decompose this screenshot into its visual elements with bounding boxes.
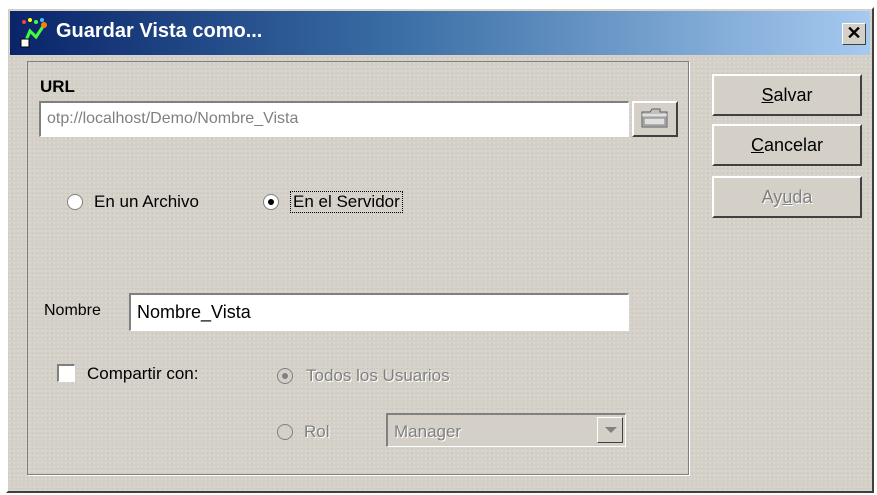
close-icon: ✕: [846, 23, 862, 43]
save-view-icon: [20, 18, 47, 48]
save-mnemonic: S: [761, 85, 774, 105]
name-field[interactable]: Nombre_Vista: [129, 293, 629, 331]
radio-server-label[interactable]: En el Servidor: [290, 191, 403, 213]
cancel-mnemonic: C: [750, 135, 764, 155]
help-mnemonic: u: [782, 187, 793, 207]
radio-file[interactable]: [67, 194, 83, 210]
role-value: Manager: [394, 422, 462, 441]
browse-button[interactable]: [632, 101, 678, 137]
radio-all-users[interactable]: [277, 368, 293, 384]
chevron-down-icon[interactable]: [597, 417, 623, 443]
url-field[interactable]: otp://localhost/Demo/Nombre_Vista: [39, 101, 629, 137]
close-button[interactable]: ✕: [842, 23, 866, 45]
cancel-button[interactable]: Cancelar: [712, 124, 862, 166]
radio-role[interactable]: [277, 424, 293, 440]
save-button[interactable]: Salvar: [712, 74, 862, 116]
radio-file-label[interactable]: En un Archivo: [94, 192, 199, 212]
dialog-title: Guardar Vista como...: [56, 20, 263, 42]
folder-icon: [641, 108, 668, 128]
url-label: URL: [40, 77, 75, 96]
help-button[interactable]: Ayuda: [712, 176, 862, 218]
radio-all-users-label[interactable]: Todos los Usuarios: [306, 366, 450, 386]
share-checkbox[interactable]: [57, 364, 75, 382]
share-label[interactable]: Compartir con:: [87, 364, 198, 384]
name-label: Nombre: [44, 302, 101, 319]
title-bar[interactable]: Guardar Vista como... ✕: [10, 11, 870, 55]
radio-server[interactable]: [263, 194, 279, 210]
role-dropdown[interactable]: Manager: [386, 413, 626, 447]
radio-role-label[interactable]: Rol: [304, 422, 330, 442]
